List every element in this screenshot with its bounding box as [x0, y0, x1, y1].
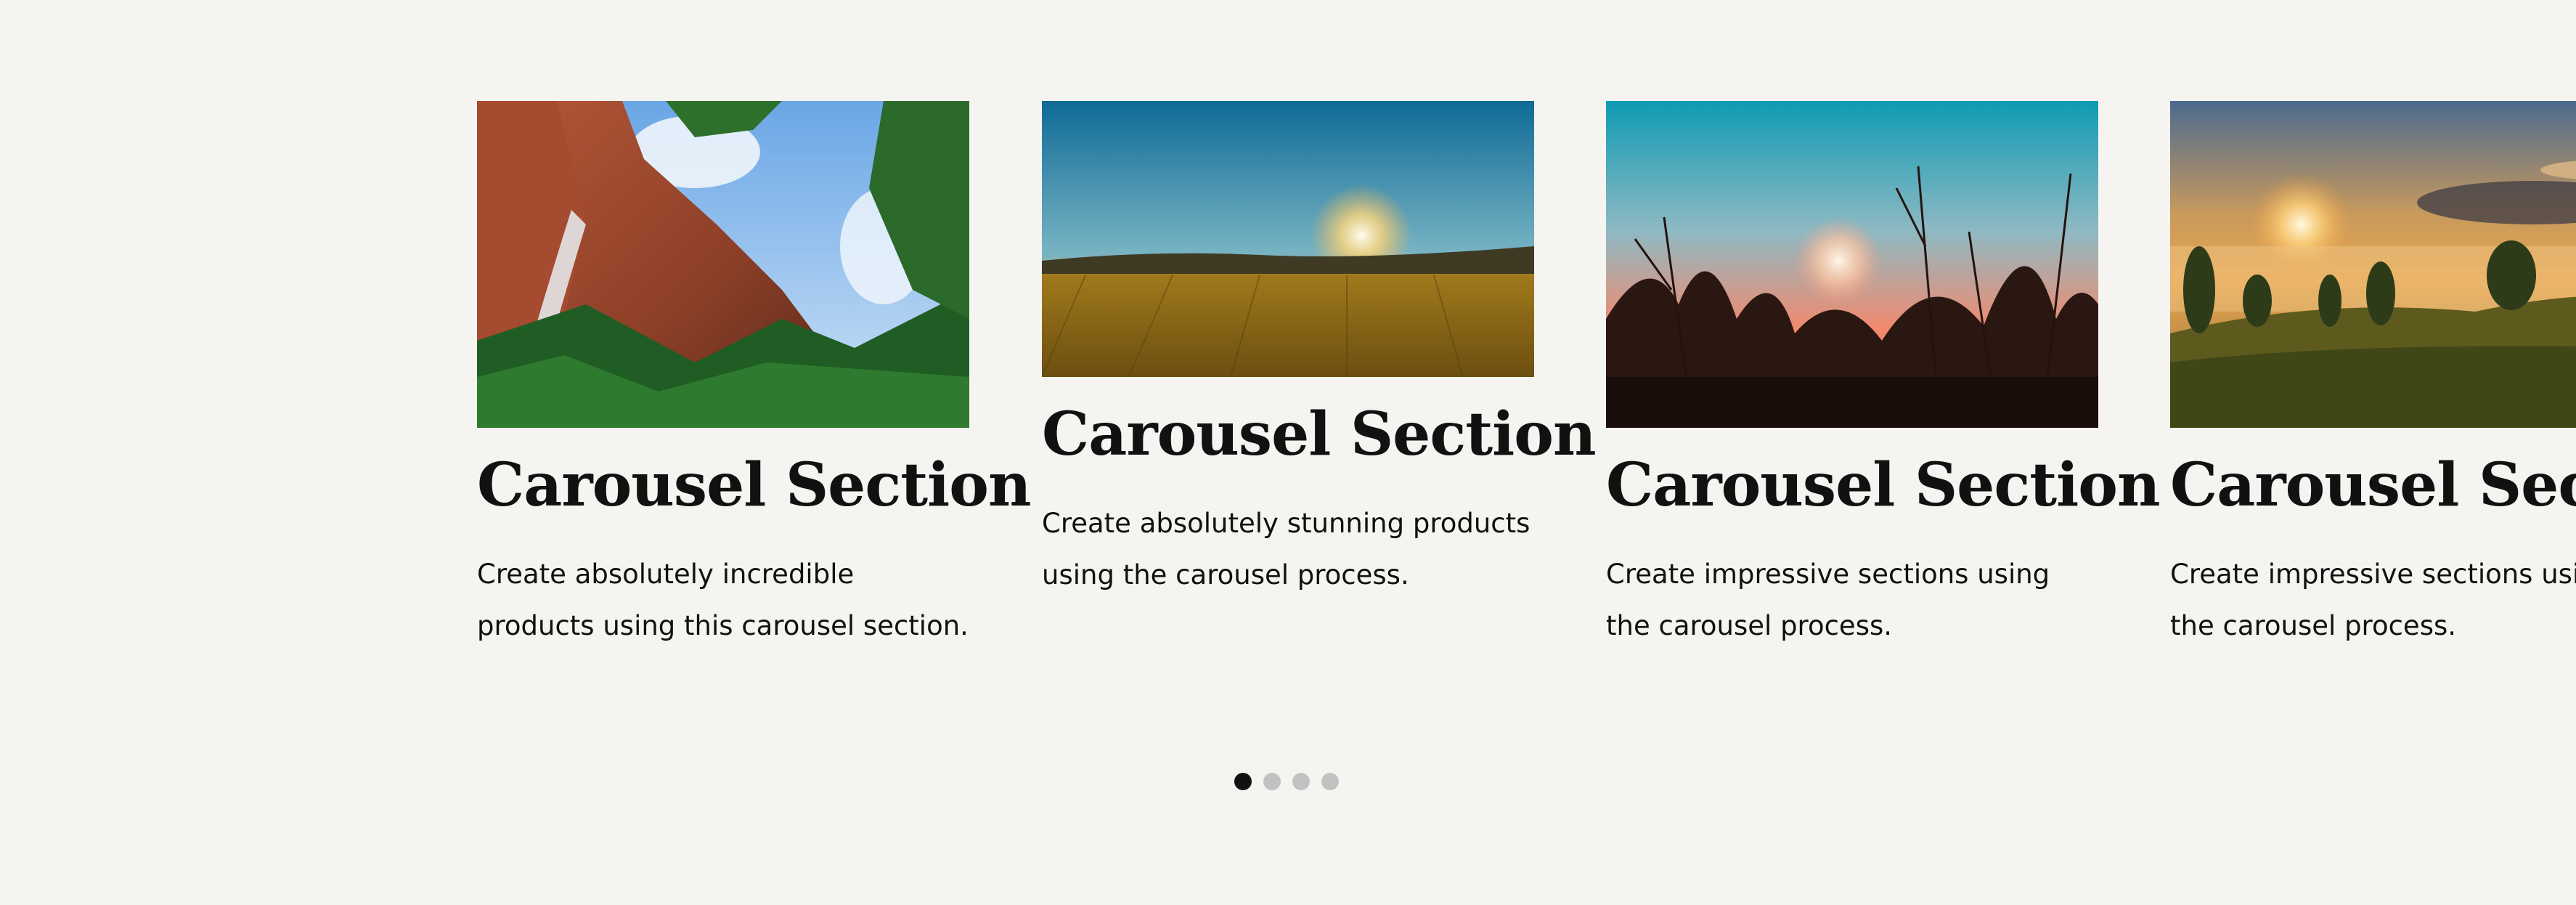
- slide-description: Create absolutely stunning products usin…: [1042, 508, 1530, 591]
- carousel-slide[interactable]: Carousel Section Create absolutely stunn…: [1042, 101, 1597, 601]
- foggy-meadow-sunrise-picture: [2170, 101, 2576, 428]
- slide-description: Create absolutely incredible products us…: [477, 559, 969, 642]
- carousel-dot-2[interactable]: [1263, 773, 1281, 790]
- carousel-slide[interactable]: Carousel Section Create impressive secti…: [2170, 101, 2576, 652]
- waterfall-cliff-picture: [477, 101, 969, 428]
- slide-description: Create impressive sections using the car…: [1606, 559, 2050, 642]
- wheat-field-sunset-picture: [1042, 101, 1534, 377]
- misty-sunrise-plants-picture: [1606, 101, 2098, 428]
- carousel-dot-3[interactable]: [1292, 773, 1310, 790]
- wheat-field-sunset-image: [1042, 101, 1534, 377]
- carousel-slide[interactable]: Carousel Section Create impressive secti…: [1606, 101, 2161, 652]
- foggy-meadow-sunrise-image: [2170, 101, 2576, 428]
- misty-sunrise-plants-image: [1606, 101, 2098, 428]
- slide-title: Carousel Section: [1042, 399, 1597, 469]
- waterfall-cliff-image: [477, 101, 969, 428]
- carousel-slide[interactable]: Carousel Section Create absolutely incre…: [477, 101, 1032, 652]
- carousel-pagination: [1234, 773, 1339, 790]
- carousel-section: Carousel Section Create absolutely incre…: [0, 0, 2576, 905]
- slide-title: Carousel Section: [2170, 450, 2576, 520]
- carousel-dot-4[interactable]: [1321, 773, 1339, 790]
- slide-title: Carousel Section: [1606, 450, 2161, 520]
- carousel-dot-1[interactable]: [1234, 773, 1252, 790]
- slide-title: Carousel Section: [477, 450, 1032, 520]
- slide-description: Create impressive sections using the car…: [2170, 559, 2576, 642]
